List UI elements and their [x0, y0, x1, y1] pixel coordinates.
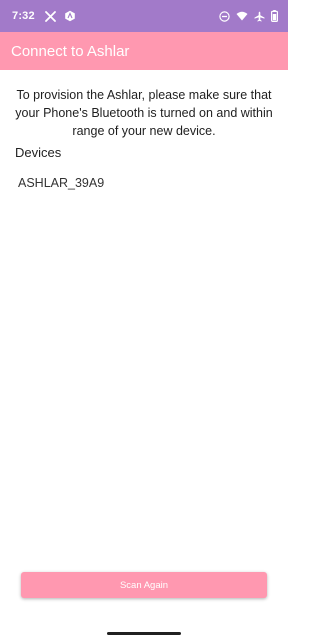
app-notification-icon — [64, 10, 76, 22]
device-list: ASHLAR_39A9 — [0, 172, 288, 194]
home-gesture-handle[interactable] — [107, 632, 181, 635]
do-not-disturb-icon — [219, 10, 230, 22]
wifi-icon — [236, 11, 248, 21]
status-time: 7:32 — [12, 10, 35, 22]
status-bar: 7:32 — [0, 0, 288, 32]
device-item[interactable]: ASHLAR_39A9 — [0, 172, 288, 194]
x-logo-icon — [44, 10, 56, 22]
app-bar: Connect to Ashlar — [0, 32, 288, 70]
airplane-icon — [254, 11, 265, 22]
navigation-bar — [0, 612, 288, 640]
status-system-icons — [219, 10, 278, 22]
page-title: Connect to Ashlar — [11, 42, 130, 60]
provision-instructions: To provision the Ashlar, please make sur… — [15, 88, 273, 138]
battery-icon — [271, 10, 278, 22]
scan-again-button[interactable]: Scan Again — [21, 572, 267, 598]
devices-heading: Devices — [15, 145, 62, 160]
status-notification-icons — [44, 10, 76, 22]
